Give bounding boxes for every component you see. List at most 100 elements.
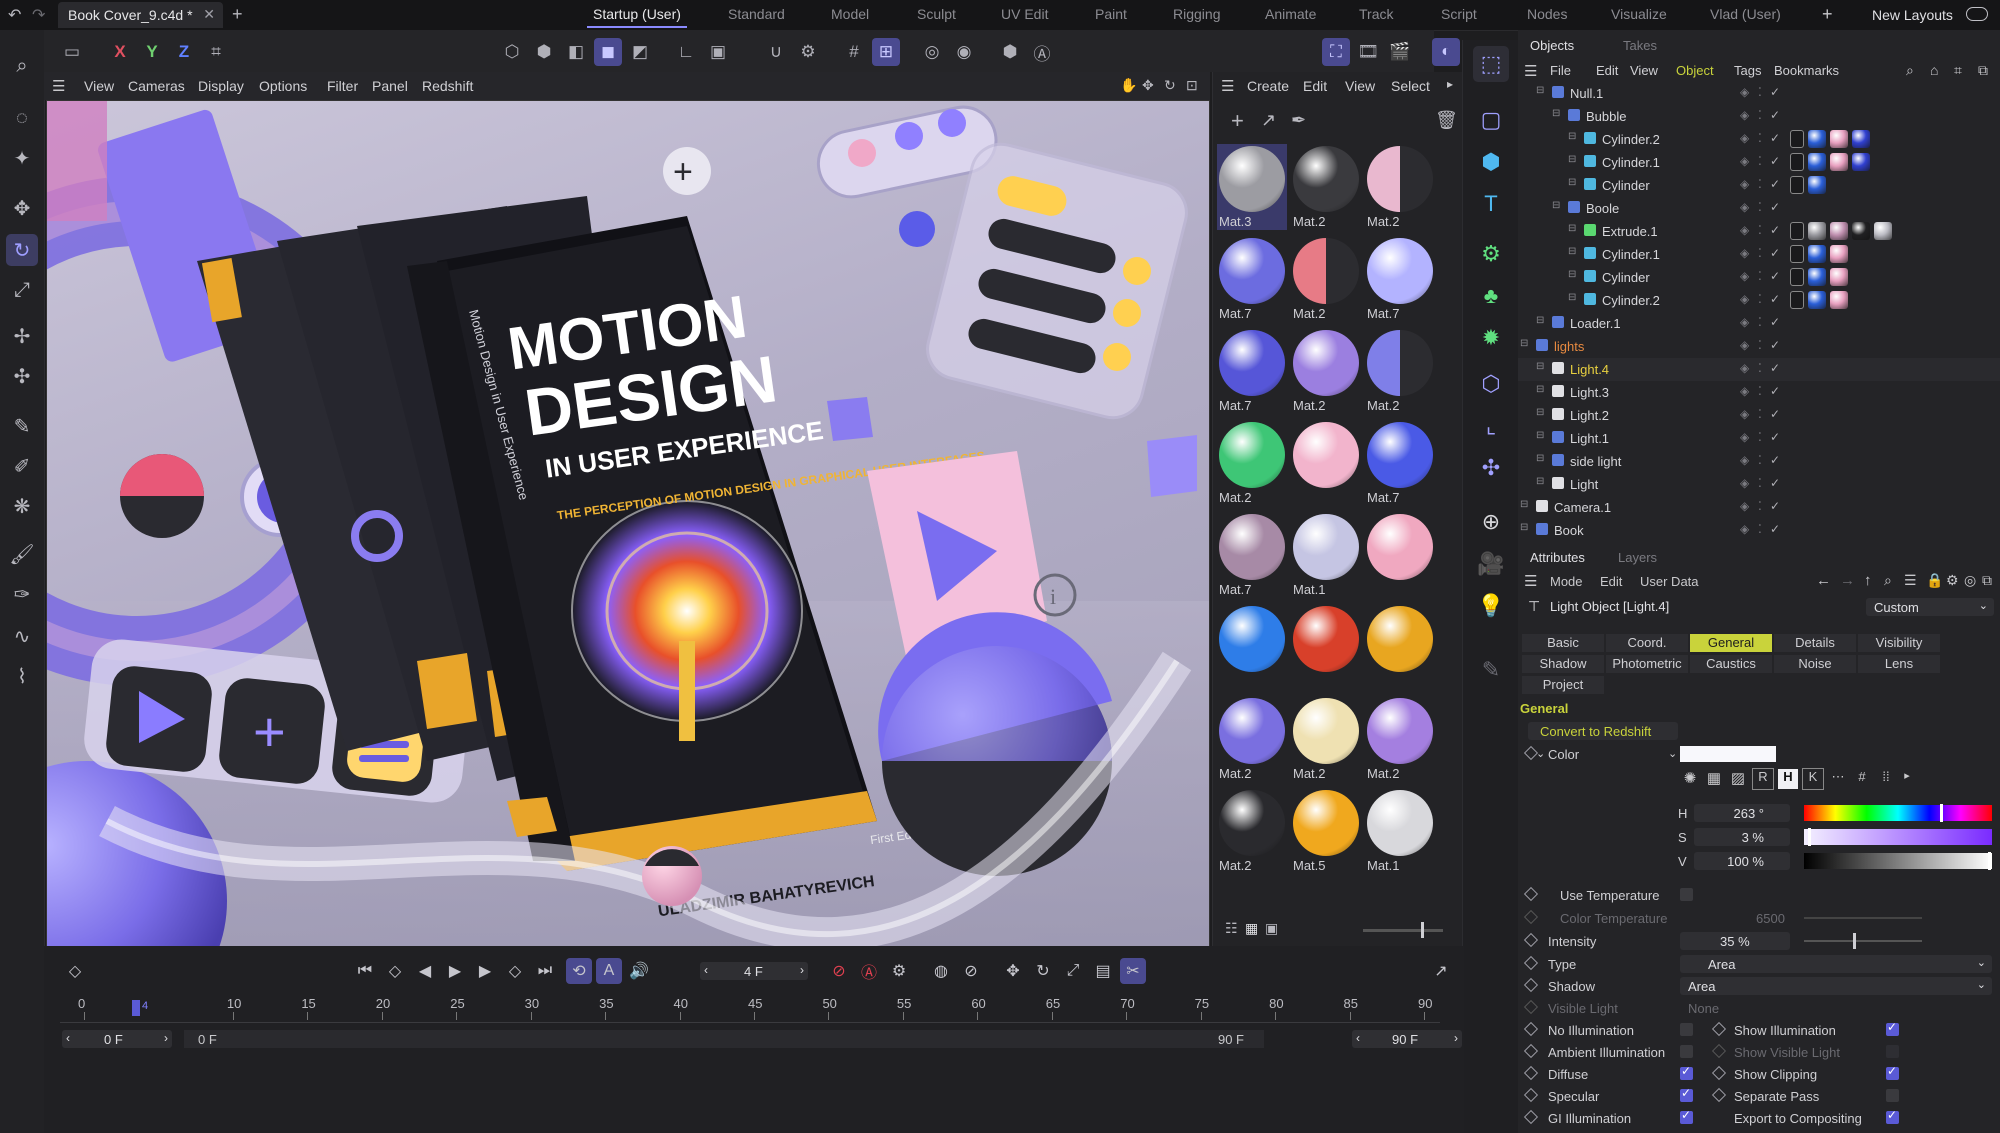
add-tab-icon[interactable]: + [232,4,243,25]
shadow-dropdown[interactable]: Area ⌄ [1680,977,1992,995]
expand-icon[interactable]: ⊟ [1568,154,1576,165]
color-temperature-slider[interactable] [1804,917,1922,919]
chevron-left-icon[interactable]: ‹ [1356,1031,1360,1045]
enable-check-icon[interactable]: ✓ [1770,246,1780,260]
render-picture-icon[interactable]: 🎞 [1354,38,1382,66]
knife-icon[interactable]: ∿ [6,620,38,652]
search-icon[interactable]: ⌕ [6,50,38,82]
enable-check-icon[interactable]: ✓ [1770,292,1780,306]
layer-icon[interactable]: ◈ [1740,315,1749,329]
menu-edit[interactable]: Edit [1600,574,1622,589]
type-dropdown[interactable]: Area ⌄ [1680,955,1992,973]
enable-check-icon[interactable]: ✓ [1770,430,1780,444]
layer-icon[interactable]: ◈ [1740,269,1749,283]
axis-y-button[interactable]: Y [138,38,166,66]
keyframe-icon[interactable] [1523,1109,1539,1125]
up-icon[interactable]: ↑ [1864,572,1872,589]
eyedropper-icon[interactable]: ✒ [1291,110,1306,131]
visibility-dots-icon[interactable]: ⁚ [1758,292,1762,306]
viewport-menu-cameras[interactable]: Cameras [128,78,185,94]
visibility-dots-icon[interactable]: ⁚ [1758,453,1762,467]
keyframe-icon[interactable] [1711,1021,1727,1037]
visibility-dots-icon[interactable]: ⁚ [1758,108,1762,122]
visibility-dots-icon[interactable]: ⁚ [1758,407,1762,421]
expand-icon[interactable]: ⊟ [1568,223,1576,234]
spline-icon[interactable]: ⌞ [1473,408,1509,444]
layout-tab-animate[interactable]: Animate [1265,6,1316,22]
material-swatch[interactable]: Mat.2 [1365,328,1435,414]
search-icon[interactable]: ⌕ [1906,62,1914,79]
expand-icon[interactable]: ⊟ [1568,246,1576,257]
popout-icon[interactable]: ⧉ [1978,62,1988,79]
material-tag-icon[interactable] [1808,222,1826,240]
material-menu-select[interactable]: Select [1391,78,1430,94]
expand-icon[interactable]: ⊟ [1536,430,1544,441]
section-tab-project[interactable]: Project [1522,676,1604,694]
pan-icon[interactable]: ✋ [1120,77,1137,94]
viewport-menu-redshift[interactable]: Redshift [422,78,473,94]
enable-check-icon[interactable]: ✓ [1770,223,1780,237]
layout-tab-visualize[interactable]: Visualize [1611,6,1667,22]
orbit-icon[interactable]: ↻ [1164,77,1176,94]
record-icon[interactable]: ◎ [918,38,946,66]
object-menu-view[interactable]: View [1630,63,1658,78]
brush-icon[interactable]: 🖌 [6,538,38,570]
globe-icon[interactable]: ⊕ [1473,504,1509,540]
layers-tab[interactable]: Layers [1618,550,1657,565]
render-view-icon[interactable]: ⛶ [1322,38,1350,66]
expand-icon[interactable]: ⊟ [1536,476,1544,487]
object-row[interactable]: ⊟ Cylinder ◈ ⁚ ✓ [1518,266,2000,289]
spline-pen-icon[interactable]: ✎ [6,410,38,442]
layer-icon[interactable]: ◈ [1740,499,1749,513]
dolly-icon[interactable]: ✥ [1142,77,1154,94]
material-tag-icon[interactable] [1852,222,1870,240]
expand-icon[interactable]: ⊟ [1568,292,1576,303]
search-icon[interactable]: ⌕ [1884,572,1892,589]
keyframe-icon[interactable] [1711,1043,1727,1059]
chevron-right-icon[interactable]: › [164,1031,168,1045]
render-active-icon[interactable]: Ⓐ [1028,38,1056,66]
object-row[interactable]: ⊟ lights ◈ ⁚ ✓ [1518,335,2000,358]
mixer-icon[interactable]: ⋯ [1828,769,1848,789]
object-menu-file[interactable]: File [1550,63,1571,78]
rotate-icon[interactable]: ↻ [6,234,38,266]
material-swatch[interactable]: Mat.2 [1217,420,1287,506]
section-tab-shadow[interactable]: Shadow [1522,655,1604,673]
viewport-menu-panel[interactable]: Panel [372,78,408,94]
forward-icon[interactable]: → [1840,572,1855,589]
snap-settings-icon[interactable]: ⚙ [794,38,822,66]
enable-check-icon[interactable]: ✓ [1770,154,1780,168]
expand-icon[interactable]: ⊟ [1536,407,1544,418]
layer-icon[interactable]: ◈ [1740,407,1749,421]
layout-tab-nodes[interactable]: Nodes [1527,6,1567,22]
live-select-icon[interactable]: ◌ [6,102,38,134]
expand-icon[interactable]: ⊟ [1536,361,1544,372]
material-menu-create[interactable]: Create [1247,78,1289,94]
history-icon[interactable]: ◎ [1964,572,1976,589]
expand-icon[interactable]: ⊟ [1520,522,1528,533]
object-row[interactable]: ⊟ Light.1 ◈ ⁚ ✓ [1518,427,2000,450]
redshift-render-icon[interactable]: ◐ [1432,38,1460,66]
layer-icon[interactable]: ◈ [1740,154,1749,168]
material-swatch[interactable] [1291,420,1361,506]
field-icon[interactable]: ⬡ [1473,366,1509,402]
value-field[interactable]: 100 % [1694,852,1790,870]
object-row[interactable]: ⊟ Light.3 ◈ ⁚ ✓ [1518,381,2000,404]
visibility-dots-icon[interactable]: ⁚ [1758,338,1762,352]
section-tab-photometric[interactable]: Photometric [1606,655,1688,673]
move-icon[interactable]: ✥ [6,192,38,224]
object-row[interactable]: ⊟ Cylinder.1 ◈ ⁚ ✓ [1518,151,2000,174]
cube-outline-icon[interactable]: ▢ [1473,102,1509,138]
intensity-field[interactable]: 35 % [1680,932,1790,950]
menu-mode[interactable]: Mode [1550,574,1583,589]
object-row[interactable]: ⊟ Light.4 ◈ ⁚ ✓ [1518,358,2000,381]
object-row[interactable]: ⊟ Loader.1 ◈ ⁚ ✓ [1518,312,2000,335]
maximize-view-icon[interactable]: ⊡ [1186,77,1198,94]
enable-check-icon[interactable]: ✓ [1770,476,1780,490]
expand-icon[interactable]: ⊟ [1568,131,1576,142]
object-menu-tags[interactable]: Tags [1734,63,1761,78]
object-row[interactable]: ⊟ Boole ◈ ⁚ ✓ [1518,197,2000,220]
object-row[interactable]: ⊟ Book ◈ ⁚ ✓ [1518,519,2000,542]
keyframe-icon[interactable] [1523,1043,1539,1059]
cursor-object-icon[interactable]: ⬚ [1473,46,1509,82]
